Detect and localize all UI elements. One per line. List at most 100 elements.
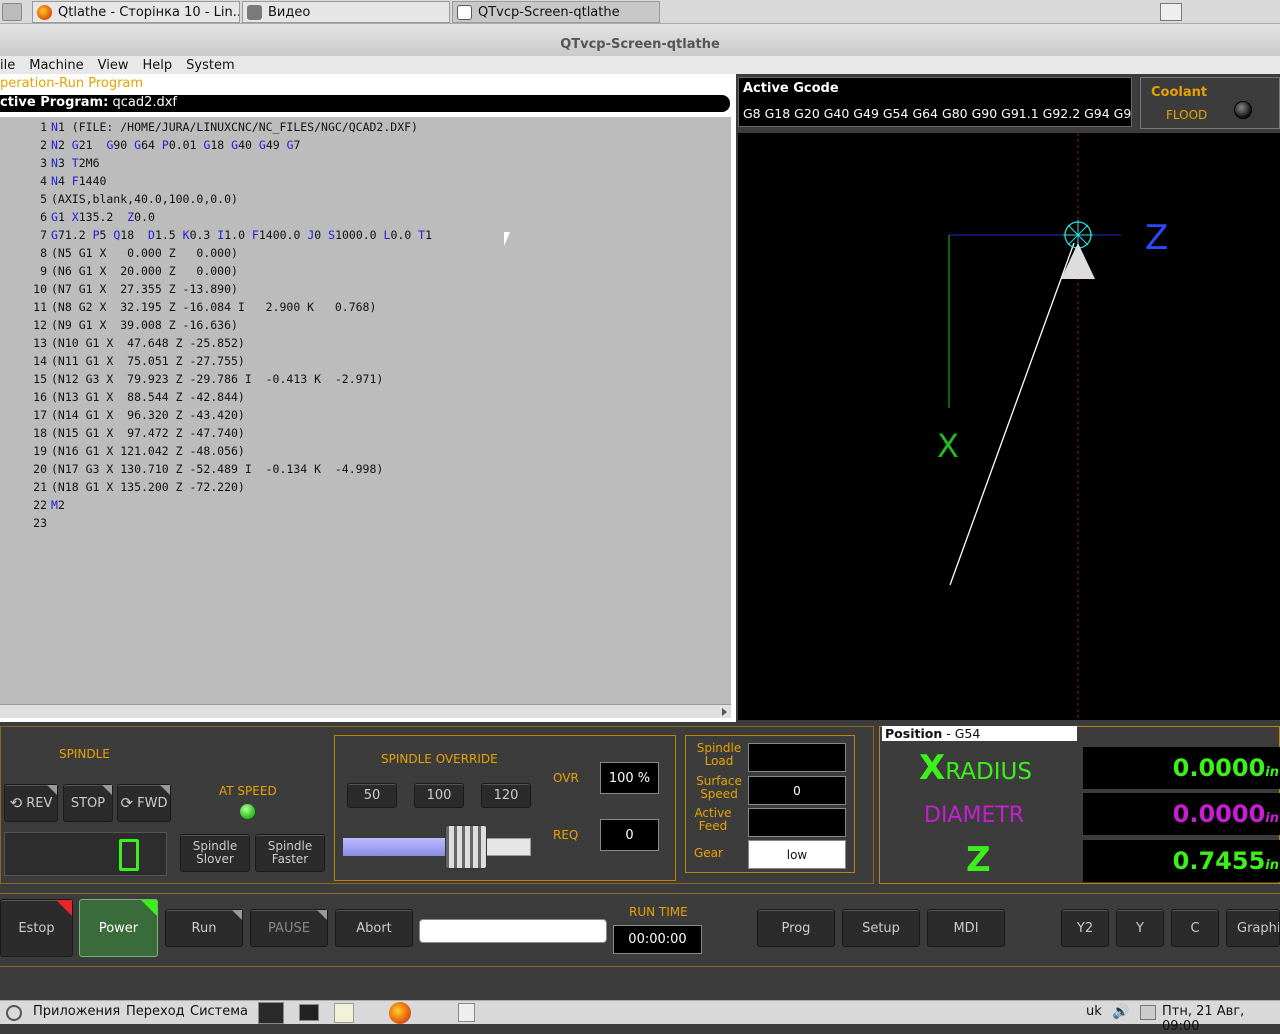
code-line[interactable]: 16 (N13 G1 X 88.544 Z -42.844) (0, 388, 245, 406)
estop-button[interactable]: Estop (0, 899, 73, 957)
code-line[interactable]: 13 (N10 G1 X 47.648 Z -25.852) (0, 334, 245, 352)
gcode-editor[interactable]: 1 N1 (FILE: /HOME/JURA/LINUXCNC/NC_FILES/… (0, 117, 731, 704)
firefox-launcher-icon[interactable] (389, 1002, 411, 1024)
rotate-ccw-icon: ⟲ (9, 794, 23, 812)
menu-icon[interactable] (2, 3, 22, 21)
code-line[interactable]: 3 N3 T2M6 (0, 154, 100, 172)
clock[interactable]: Птн, 21 Авг, 09:00 (1162, 1004, 1280, 1034)
keyboard-layout[interactable]: uk (1086, 1004, 1102, 1019)
code-line[interactable]: 22 M2 (0, 496, 65, 514)
menu-system[interactable]: System (186, 58, 234, 73)
abort-button[interactable]: Abort (335, 909, 413, 947)
code-line[interactable]: 20 (N17 G3 X 130.710 Z -52.489 I -0.134 K… (0, 460, 383, 478)
mdi-tab-button[interactable]: MDI (927, 909, 1005, 947)
c-button[interactable]: C (1171, 909, 1219, 947)
code-line[interactable]: 6 G1 X135.2 Z0.0 (0, 208, 155, 226)
spindle-faster-button[interactable]: Spindle Faster (255, 834, 325, 872)
line-number: 4 (40, 174, 47, 188)
window-icon (457, 4, 472, 20)
editor-horizontal-scrollbar[interactable] (0, 704, 731, 718)
toolpath-preview[interactable]: Z X (738, 133, 1280, 720)
code-text: (N15 G1 X 97.472 Z -47.740) (51, 426, 245, 440)
taskbar-tab-video[interactable]: Видео (242, 1, 450, 23)
diameter-label: DIAMETR (924, 803, 1025, 828)
code-line[interactable]: 7 G71.2 P5 Q18 D1.5 K0.3 I1.0 F1400.0 J0 … (0, 226, 432, 244)
position-title: Position (885, 726, 943, 741)
c-label: C (1190, 920, 1200, 936)
code-text: (N16 G1 X 121.042 Z -48.056) (51, 444, 245, 458)
run-button[interactable]: Run (165, 909, 243, 947)
power-button[interactable]: Power (79, 899, 158, 957)
spindle-fwd-button[interactable]: ⟳ FWD (117, 784, 171, 822)
code-line[interactable]: 15 (N12 G3 X 79.923 Z -29.786 I -0.413 K … (0, 370, 383, 388)
taskbar-tab-firefox[interactable]: Qtlathe - Сторінка 10 - Lin... (32, 1, 240, 23)
spindle-rev-button[interactable]: ⟲ REV (4, 784, 58, 822)
go-menu[interactable]: Переход (126, 1004, 185, 1019)
code-line[interactable]: 8 (N5 G1 X 0.000 Z 0.000) (0, 244, 238, 262)
req-label: REQ (553, 828, 579, 842)
spindle-stop-button[interactable]: STOP (63, 784, 113, 822)
diameter-dro-value: 0.0000 (1172, 800, 1266, 828)
code-line[interactable]: 11 (N8 G2 X 32.195 Z -16.084 I 2.900 K 0.… (0, 298, 376, 316)
spindle-slower-button[interactable]: Spindle Slover (180, 834, 250, 872)
code-line[interactable]: 9 (N6 G1 X 20.000 Z 0.000) (0, 262, 238, 280)
apps-menu[interactable]: Приложения (33, 1004, 120, 1019)
code-line[interactable]: 17 (N14 G1 X 96.320 Z -43.420) (0, 406, 245, 424)
y2-button[interactable]: Y2 (1061, 909, 1109, 947)
graphics-label: Graphi (1237, 920, 1280, 936)
coolant-title: Coolant (1151, 85, 1208, 100)
menu-machine[interactable]: Machine (29, 58, 83, 73)
menu-view[interactable]: View (98, 58, 129, 73)
scroll-right-icon[interactable] (722, 708, 727, 716)
code-text: N3 T2M6 (51, 156, 100, 170)
taskbar-tab-qtvcp[interactable]: QTvcp-Screen-qtlathe (452, 1, 660, 23)
slider-handle[interactable] (445, 825, 487, 869)
system-menu[interactable]: Система (190, 1004, 248, 1019)
line-number: 7 (40, 228, 47, 242)
code-line[interactable]: 21 (N18 G1 X 135.200 Z -72.220) (0, 478, 245, 496)
code-line[interactable]: 4 N4 F1440 (0, 172, 106, 190)
trash-icon[interactable] (458, 1003, 475, 1022)
terminal-icon[interactable] (299, 1004, 319, 1021)
override-50-label: 50 (363, 788, 381, 803)
code-line[interactable]: 12 (N9 G1 X 39.008 Z -16.636) (0, 316, 238, 334)
apps-icon[interactable] (6, 1005, 22, 1021)
volume-icon[interactable]: 🔊 (1112, 1004, 1129, 1020)
code-text: (N6 G1 X 20.000 Z 0.000) (51, 264, 238, 278)
menu-file[interactable]: ile (0, 58, 15, 73)
line-number: 20 (33, 462, 47, 476)
prog-tab-button[interactable]: Prog (757, 909, 835, 947)
setup-tab-button[interactable]: Setup (842, 909, 920, 947)
code-line[interactable]: 10 (N7 G1 X 27.355 Z -13.890) (0, 280, 238, 298)
z-dro-value: 0.7455 (1172, 847, 1266, 875)
code-text: N2 G21 G90 G64 P0.01 G18 G40 G49 G7 (51, 138, 301, 152)
code-line[interactable]: 23 (0, 514, 51, 532)
network-icon[interactable] (1140, 1005, 1156, 1020)
show-desktop-icon[interactable] (1160, 3, 1182, 21)
override-50-button[interactable]: 50 (347, 783, 397, 808)
code-line[interactable]: 2 N2 G21 G90 G64 P0.01 G18 G40 G49 G7 (0, 136, 300, 154)
pause-button[interactable]: PAUSE (250, 909, 328, 947)
graphics-button[interactable]: Graphi (1226, 909, 1280, 947)
graphics-z-label: Z (1145, 218, 1168, 258)
code-line[interactable]: 5 (AXIS,blank,40.0,100.0,0.0) (0, 190, 238, 208)
power-label: Power (98, 920, 139, 936)
linuxcnc-launcher-icon[interactable] (258, 1002, 284, 1024)
code-line[interactable]: 18 (N15 G1 X 97.472 Z -47.740) (0, 424, 245, 442)
code-text: (N10 G1 X 47.648 Z -25.852) (51, 336, 245, 350)
mdi-label: MDI (953, 920, 979, 936)
line-number: 9 (40, 264, 47, 278)
code-line[interactable]: 1 N1 (FILE: /HOME/JURA/LINUXCNC/NC_FILES/… (0, 118, 418, 136)
y-button[interactable]: Y (1116, 909, 1164, 947)
override-100-button[interactable]: 100 (414, 783, 464, 808)
override-120-button[interactable]: 120 (481, 783, 531, 808)
override-100-label: 100 (426, 788, 452, 803)
menu-help[interactable]: Help (143, 58, 173, 73)
text-editor-icon[interactable] (334, 1003, 354, 1023)
code-line[interactable]: 19 (N16 G1 X 121.042 Z -48.056) (0, 442, 245, 460)
override-slider[interactable] (343, 825, 531, 869)
code-line[interactable]: 14 (N11 G1 X 75.051 Z -27.755) (0, 352, 245, 370)
code-text: (N7 G1 X 27.355 Z -13.890) (51, 282, 238, 296)
run-time-label: RUN TIME (629, 905, 688, 919)
y-label: Y (1136, 920, 1144, 936)
